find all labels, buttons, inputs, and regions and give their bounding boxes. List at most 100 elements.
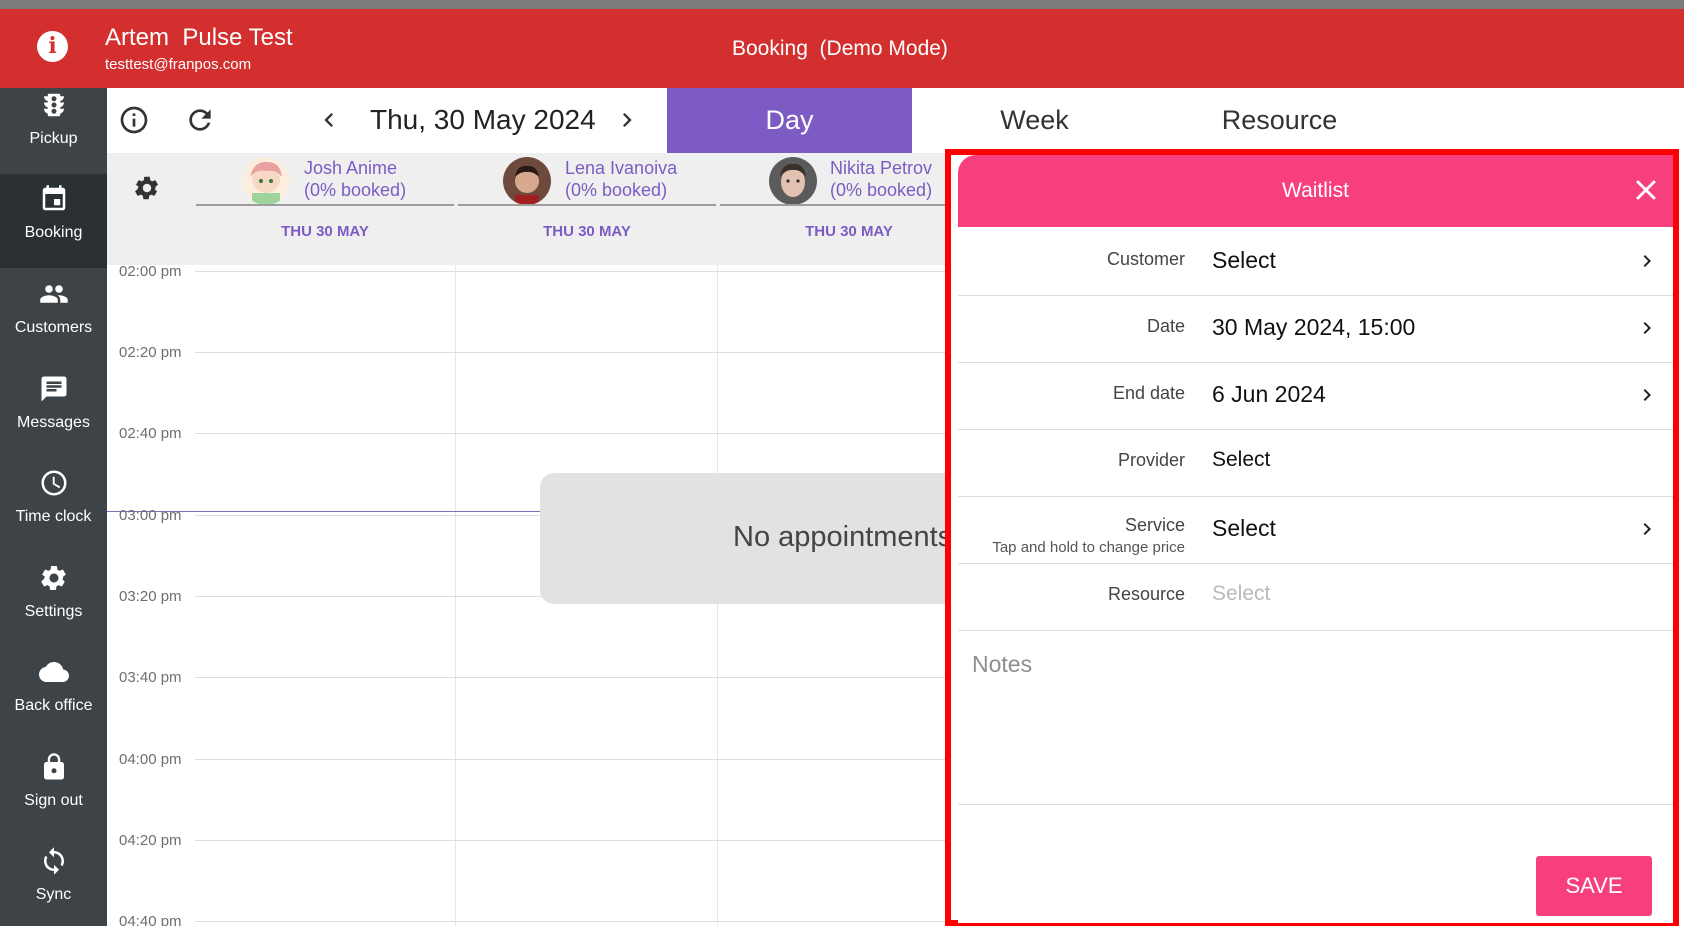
staff-name: Nikita Petrov xyxy=(830,158,933,178)
staff-column[interactable]: Nikita Petrov (0% booked) THU 30 MAY xyxy=(720,153,978,265)
time-label: 04:20 pm xyxy=(119,832,182,849)
sidebar-item-settings[interactable]: Settings xyxy=(0,553,107,647)
time-label: 03:00 pm xyxy=(119,507,182,524)
field-label: Provider xyxy=(1117,450,1185,470)
empty-state-message: No appointments xyxy=(733,521,947,553)
info-outline-icon[interactable] xyxy=(118,104,150,136)
sidebar-item-back-office[interactable]: Back office xyxy=(0,647,107,741)
sidebar-item-label: Time clock xyxy=(15,508,92,525)
sidebar-item-label: Booking xyxy=(24,224,83,241)
app-header: i Artem Pulse Test testtest@franpos.com … xyxy=(0,9,1684,88)
close-icon[interactable] xyxy=(1629,173,1663,207)
chevron-left-icon[interactable] xyxy=(315,106,343,134)
sidebar: Pickup Booking Customers Messages Time c… xyxy=(0,88,107,926)
avatar xyxy=(769,157,817,205)
chevron-right-icon xyxy=(1643,255,1651,267)
staff-day: THU 30 MAY xyxy=(281,223,369,240)
service-value: Select xyxy=(1212,515,1276,541)
notes-field[interactable]: Notes xyxy=(958,633,1673,805)
staff-booked: (0% booked) xyxy=(565,180,668,200)
time-label: 02:20 pm xyxy=(119,344,182,361)
sidebar-item-messages[interactable]: Messages xyxy=(0,364,107,458)
avatar xyxy=(242,157,290,205)
current-date[interactable]: Thu, 30 May 2024 xyxy=(370,104,596,136)
time-label: 03:40 pm xyxy=(119,669,182,686)
staff-header: Josh Anime (0% booked) THU 30 MAY Lena I… xyxy=(107,153,978,265)
staff-day: THU 30 MAY xyxy=(543,223,631,240)
gear-icon xyxy=(0,563,107,595)
sidebar-item-pickup[interactable]: Pickup xyxy=(0,80,107,174)
chevron-right-icon xyxy=(1643,389,1651,401)
notes-placeholder: Notes xyxy=(972,651,1033,677)
waitlist-title: Waitlist xyxy=(1282,179,1349,202)
traffic-light-icon xyxy=(0,90,107,122)
date-row[interactable]: Date 30 May 2024, 15:00 xyxy=(958,296,1673,363)
sidebar-item-time-clock[interactable]: Time clock xyxy=(0,458,107,552)
field-label: End date xyxy=(1112,383,1185,403)
staff-column[interactable]: Josh Anime (0% booked) THU 30 MAY xyxy=(196,153,454,265)
sidebar-item-label: Messages xyxy=(17,414,90,431)
sidebar-item-label: Settings xyxy=(24,603,83,620)
customer-row[interactable]: Customer Select xyxy=(958,229,1673,296)
field-label: Resource xyxy=(1107,584,1185,604)
sync-icon xyxy=(0,846,107,878)
empty-state-card: No appointments xyxy=(540,473,947,604)
sidebar-item-label: Pickup xyxy=(29,130,78,147)
divider xyxy=(458,204,716,206)
staff-booked: (0% booked) xyxy=(830,180,933,200)
staff-booked: (0% booked) xyxy=(304,180,407,200)
calendar-toolbar: Thu, 30 May 2024 Day Week Resource xyxy=(107,88,1684,153)
provider-row[interactable]: Provider Select xyxy=(958,430,1673,497)
message-icon xyxy=(0,374,107,406)
cloud-icon xyxy=(0,657,107,689)
time-gridline xyxy=(195,433,947,434)
time-label: 02:00 pm xyxy=(119,265,182,280)
sidebar-item-booking[interactable]: Booking xyxy=(0,174,107,268)
lock-icon xyxy=(0,752,107,784)
end-date-row[interactable]: End date 6 Jun 2024 xyxy=(958,363,1673,430)
sidebar-item-customers[interactable]: Customers xyxy=(0,269,107,363)
service-row[interactable]: Service Tap and hold to change price Sel… xyxy=(958,497,1673,564)
sidebar-item-label: Customers xyxy=(14,319,93,336)
people-icon xyxy=(0,279,107,311)
sidebar-item-label: Sync xyxy=(35,886,72,903)
staff-day: THU 30 MAY xyxy=(805,223,893,240)
staff-column[interactable]: Lena Ivanoiva (0% booked) THU 30 MAY xyxy=(458,153,716,265)
chevron-right-icon xyxy=(1643,523,1651,535)
waitlist-panel: Waitlist Customer Select Date 30 May 202… xyxy=(958,155,1673,923)
resource-value: Select xyxy=(1212,582,1271,605)
chevron-right-icon xyxy=(1643,322,1651,334)
sidebar-item-sign-out[interactable]: Sign out xyxy=(0,742,107,836)
settings-gear-icon[interactable] xyxy=(133,174,161,202)
day-grid[interactable]: 02:00 pm 02:20 pm 02:40 pm 03:00 pm 03:2… xyxy=(107,265,947,926)
calendar-icon xyxy=(0,184,107,216)
time-gridline xyxy=(195,352,947,353)
time-gridline xyxy=(195,677,947,678)
info-icon[interactable]: i xyxy=(37,31,68,62)
customer-value: Select xyxy=(1212,247,1276,273)
field-hint: Tap and hold to change price xyxy=(992,539,1185,556)
refresh-icon[interactable] xyxy=(184,104,216,136)
time-label: 04:40 pm xyxy=(119,913,182,926)
staff-name: Josh Anime xyxy=(304,158,398,178)
chevron-right-icon[interactable] xyxy=(613,106,641,134)
sidebar-item-label: Sign out xyxy=(24,792,83,809)
page-title: Booking (Demo Mode) xyxy=(732,37,948,60)
clock-icon xyxy=(0,468,107,500)
tab-day[interactable]: Day xyxy=(667,88,912,153)
time-gridline xyxy=(195,271,947,272)
divider xyxy=(196,204,454,206)
save-button[interactable]: SAVE xyxy=(1536,856,1652,916)
tab-week[interactable]: Week xyxy=(912,88,1157,153)
resource-row[interactable]: Resource Select xyxy=(958,564,1673,631)
date-value: 30 May 2024, 15:00 xyxy=(1212,314,1416,340)
sidebar-item-label: Back office xyxy=(14,697,93,714)
sidebar-item-sync[interactable]: Sync xyxy=(0,836,107,926)
user-name: Artem Pulse Test xyxy=(105,24,293,51)
time-label: 03:20 pm xyxy=(119,588,182,605)
end-date-value: 6 Jun 2024 xyxy=(1212,381,1326,407)
time-label: 02:40 pm xyxy=(119,425,182,442)
tab-resource[interactable]: Resource xyxy=(1157,88,1402,153)
field-label: Customer xyxy=(1106,249,1185,269)
provider-value: Select xyxy=(1212,448,1271,471)
